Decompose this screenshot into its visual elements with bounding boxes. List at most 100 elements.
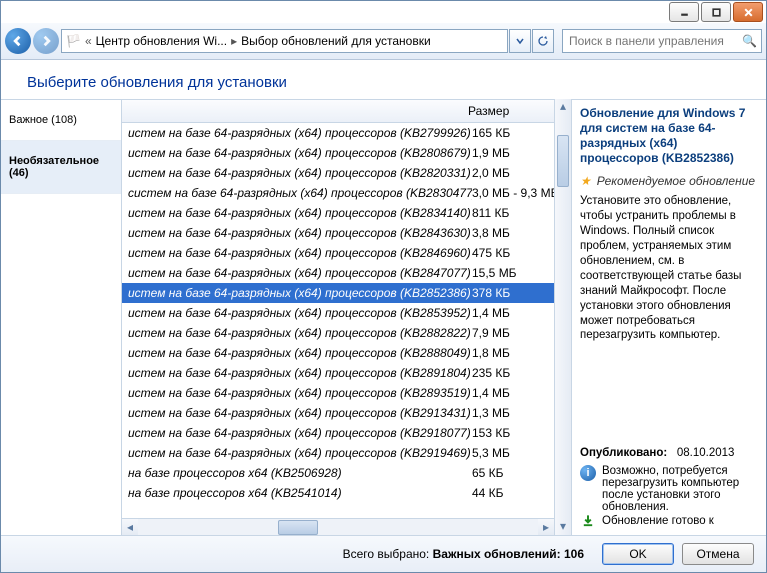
search-box[interactable]: 🔍 bbox=[562, 29, 762, 53]
updates-list-wrapper: истем на базе 64-разрядных (x64) процесс… bbox=[122, 123, 554, 518]
update-row[interactable]: истем на базе 64-разрядных (x64) процесс… bbox=[122, 383, 554, 403]
update-size: 1,8 МБ bbox=[472, 346, 554, 360]
update-size: 1,9 МБ bbox=[472, 146, 554, 160]
update-name: истем на базе 64-разрядных (x64) процесс… bbox=[128, 346, 472, 360]
vertical-scrollbar[interactable]: ▴ ▾ bbox=[554, 99, 571, 535]
h-scroll-thumb[interactable] bbox=[278, 520, 318, 535]
breadcrumb-2[interactable]: Выбор обновлений для установки bbox=[241, 34, 431, 48]
update-description: Установите это обновление, чтобы устрани… bbox=[580, 194, 758, 441]
page-title: Выберите обновления для установки bbox=[1, 60, 766, 99]
star-icon: ★ bbox=[580, 174, 591, 188]
update-row[interactable]: на базе процессоров x64 (KB2506928)65 КБ bbox=[122, 463, 554, 483]
update-name: истем на базе 64-разрядных (x64) процесс… bbox=[128, 366, 472, 380]
maximize-button[interactable] bbox=[701, 2, 731, 22]
update-size: 7,9 МБ bbox=[472, 326, 554, 340]
windows-update-window: 🏳️ « Центр обновления Wi... ▸ Выбор обно… bbox=[0, 0, 767, 573]
navigation-bar: 🏳️ « Центр обновления Wi... ▸ Выбор обно… bbox=[1, 23, 766, 60]
update-row[interactable]: истем на базе 64-разрядных (x64) процесс… bbox=[122, 143, 554, 163]
update-row[interactable]: истем на базе 64-разрядных (x64) процесс… bbox=[122, 443, 554, 463]
update-row[interactable]: истем на базе 64-разрядных (x64) процесс… bbox=[122, 323, 554, 343]
update-row[interactable]: истем на базе 64-разрядных (x64) процесс… bbox=[122, 123, 554, 143]
category-panel: Важное (108) Необязательное (46) bbox=[1, 99, 122, 535]
update-size: 165 КБ bbox=[472, 126, 554, 140]
update-size: 5,3 МБ bbox=[472, 446, 554, 460]
update-size: 15,5 МБ bbox=[472, 266, 554, 280]
footer: Всего выбрано: Важных обновлений: 106 OK… bbox=[1, 535, 766, 572]
update-row[interactable]: истем на базе 64-разрядных (x64) процесс… bbox=[122, 423, 554, 443]
horizontal-scrollbar[interactable]: ◂ ▸ bbox=[122, 518, 554, 535]
update-size: 153 КБ bbox=[472, 426, 554, 440]
summary-value: Важных обновлений: 106 bbox=[433, 547, 584, 561]
info-icon: i bbox=[580, 465, 596, 481]
ok-button[interactable]: OK bbox=[602, 543, 674, 565]
breadcrumb-1[interactable]: Центр обновления Wi... bbox=[96, 34, 227, 48]
nav-forward-button[interactable] bbox=[33, 28, 59, 54]
cancel-button[interactable]: Отмена bbox=[682, 543, 754, 565]
update-name: истем на базе 64-разрядных (x64) процесс… bbox=[128, 266, 472, 280]
restart-message: Возможно, потребуется перезагрузить комп… bbox=[602, 465, 758, 513]
updates-list[interactable]: истем на базе 64-разрядных (x64) процесс… bbox=[122, 123, 554, 518]
update-size: 2,0 МБ bbox=[472, 166, 554, 180]
nav-back-button[interactable] bbox=[5, 28, 31, 54]
update-row[interactable]: истем на базе 64-разрядных (x64) процесс… bbox=[122, 163, 554, 183]
search-icon: 🔍 bbox=[742, 34, 757, 48]
restart-info: i Возможно, потребуется перезагрузить ко… bbox=[580, 465, 758, 513]
update-size: 44 КБ bbox=[472, 486, 554, 500]
column-size[interactable]: Размер bbox=[468, 104, 554, 118]
update-row[interactable]: истем на базе 64-разрядных (x64) процесс… bbox=[122, 363, 554, 383]
update-name: истем на базе 64-разрядных (x64) процесс… bbox=[128, 206, 472, 220]
update-row[interactable]: на базе процессоров x64 (KB2541014)44 КБ bbox=[122, 483, 554, 503]
update-size: 235 КБ bbox=[472, 366, 554, 380]
recommended-row: ★ Рекомендуемое обновление bbox=[580, 174, 758, 188]
update-name: истем на базе 64-разрядных (x64) процесс… bbox=[128, 326, 472, 340]
update-name: истем на базе 64-разрядных (x64) процесс… bbox=[128, 426, 472, 440]
details-panel: Обновление для Windows 7 для систем на б… bbox=[571, 99, 766, 535]
category-optional[interactable]: Необязательное (46) bbox=[1, 141, 121, 194]
update-row[interactable]: истем на базе 64-разрядных (x64) процесс… bbox=[122, 283, 554, 303]
body: Важное (108) Необязательное (46) Размер … bbox=[1, 99, 766, 535]
update-name: истем на базе 64-разрядных (x64) процесс… bbox=[128, 406, 472, 420]
address-dropdown-button[interactable] bbox=[509, 29, 531, 53]
h-scroll-track[interactable] bbox=[138, 519, 538, 535]
update-name: на базе процессоров x64 (KB2541014) bbox=[128, 486, 472, 500]
minimize-button[interactable] bbox=[669, 2, 699, 22]
update-row[interactable]: истем на базе 64-разрядных (x64) процесс… bbox=[122, 303, 554, 323]
update-row[interactable]: истем на базе 64-разрядных (x64) процесс… bbox=[122, 243, 554, 263]
update-row[interactable]: истем на базе 64-разрядных (x64) процесс… bbox=[122, 203, 554, 223]
update-name: истем на базе 64-разрядных (x64) процесс… bbox=[128, 306, 472, 320]
updates-panel: Размер истем на базе 64-разрядных (x64) … bbox=[122, 99, 554, 535]
update-size: 811 КБ bbox=[472, 206, 554, 220]
update-row[interactable]: истем на базе 64-разрядных (x64) процесс… bbox=[122, 343, 554, 363]
update-name: истем на базе 64-разрядных (x64) процесс… bbox=[128, 446, 472, 460]
download-icon bbox=[580, 513, 596, 529]
published-date: 08.10.2013 bbox=[677, 447, 735, 459]
update-row[interactable]: систем на базе 64-разрядных (x64) процес… bbox=[122, 183, 554, 203]
content-area: Выберите обновления для установки Важное… bbox=[1, 60, 766, 535]
update-size: 3,8 МБ bbox=[472, 226, 554, 240]
update-size: 1,3 МБ bbox=[472, 406, 554, 420]
update-row[interactable]: истем на базе 64-разрядных (x64) процесс… bbox=[122, 403, 554, 423]
update-row[interactable]: истем на базе 64-разрядных (x64) процесс… bbox=[122, 263, 554, 283]
address-bar[interactable]: 🏳️ « Центр обновления Wi... ▸ Выбор обно… bbox=[61, 29, 508, 53]
update-name: истем на базе 64-разрядных (x64) процесс… bbox=[128, 286, 472, 300]
update-size: 1,4 МБ bbox=[472, 386, 554, 400]
update-title: Обновление для Windows 7 для систем на б… bbox=[580, 106, 758, 166]
update-name: истем на базе 64-разрядных (x64) процесс… bbox=[128, 146, 472, 160]
update-name: систем на базе 64-разрядных (x64) процес… bbox=[128, 186, 472, 200]
titlebar bbox=[1, 1, 766, 23]
column-headers: Размер bbox=[122, 100, 554, 123]
update-name: на базе процессоров x64 (KB2506928) bbox=[128, 466, 472, 480]
v-scroll-thumb[interactable] bbox=[557, 135, 569, 187]
close-button[interactable] bbox=[733, 2, 763, 22]
update-name: истем на базе 64-разрядных (x64) процесс… bbox=[128, 166, 472, 180]
update-size: 378 КБ bbox=[472, 286, 554, 300]
published-label: Опубликовано: bbox=[580, 447, 667, 459]
search-input[interactable] bbox=[567, 33, 742, 49]
update-name: истем на базе 64-разрядных (x64) процесс… bbox=[128, 226, 472, 240]
footer-summary: Всего выбрано: Важных обновлений: 106 bbox=[343, 547, 584, 561]
refresh-button[interactable] bbox=[532, 29, 554, 53]
category-important[interactable]: Важное (108) bbox=[1, 100, 121, 141]
ready-row: Обновление готово к bbox=[580, 513, 758, 529]
ready-message: Обновление готово к bbox=[602, 515, 714, 527]
update-row[interactable]: истем на базе 64-разрядных (x64) процесс… bbox=[122, 223, 554, 243]
